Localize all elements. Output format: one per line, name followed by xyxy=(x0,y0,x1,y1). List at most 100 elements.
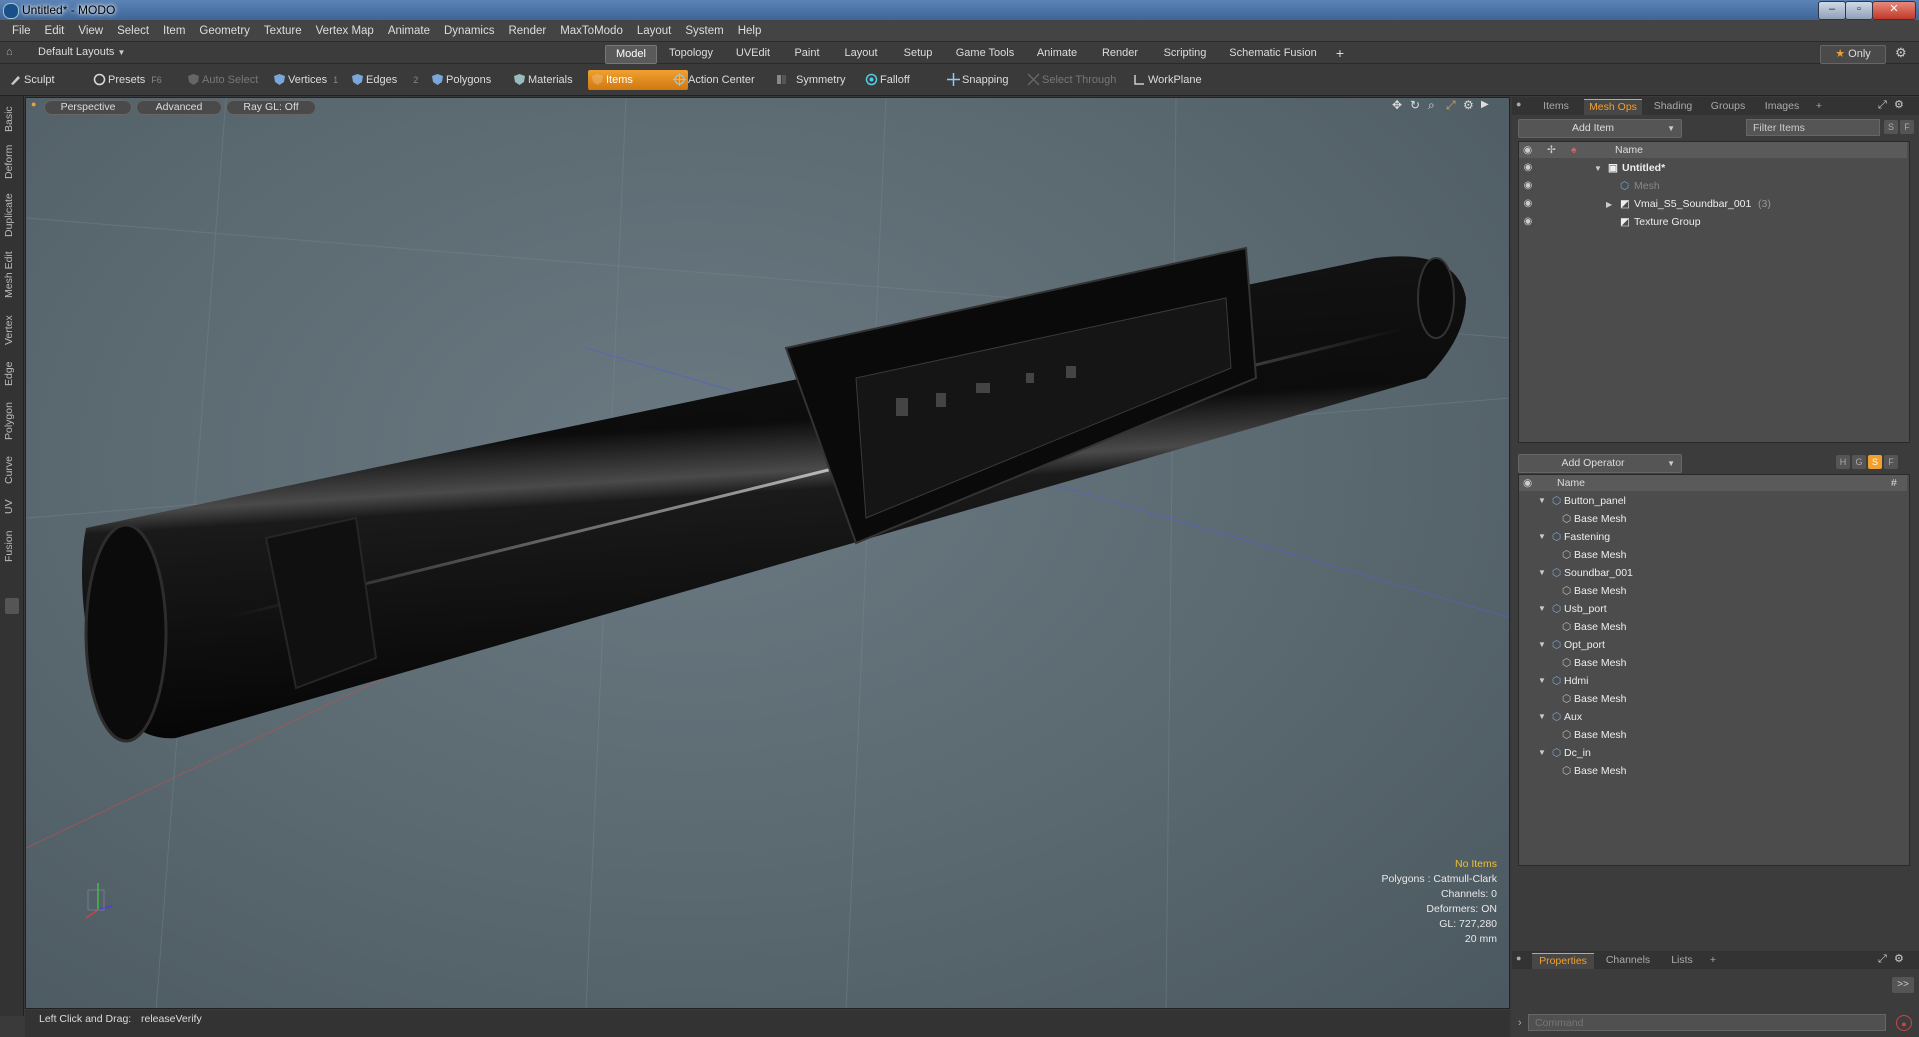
vtab-fusion[interactable]: Fusion xyxy=(3,526,21,566)
tab-images[interactable]: Images xyxy=(1756,99,1808,114)
menu-maxtomodo[interactable]: MaxToModo xyxy=(553,20,630,42)
expand-triangle-icon[interactable]: ▼ xyxy=(1538,600,1546,618)
filter-s-button[interactable]: S xyxy=(1884,120,1898,134)
presets-button[interactable]: Presets F6 xyxy=(90,70,170,90)
expand-triangle-icon[interactable]: ▼ xyxy=(1538,672,1546,690)
vtab-uv[interactable]: UV xyxy=(3,496,21,518)
op-child-row[interactable]: ⬡ Base Mesh xyxy=(1518,618,1908,636)
add-panel-tab[interactable]: + xyxy=(1812,99,1826,114)
menu-vertex-map[interactable]: Vertex Map xyxy=(309,20,381,42)
expand-triangle-icon[interactable]: ▼ xyxy=(1538,492,1546,510)
tab-animate[interactable]: Animate xyxy=(1028,45,1086,62)
tab-scripting[interactable]: Scripting xyxy=(1154,45,1216,62)
menu-system[interactable]: System xyxy=(678,20,730,42)
minimize-button[interactable]: – xyxy=(1818,1,1846,20)
op-row[interactable]: ▼ ⬡ Button_panel xyxy=(1518,492,1908,510)
vtab-curve[interactable]: Curve xyxy=(3,452,21,488)
eye-icon[interactable]: ◉ xyxy=(1522,216,1534,228)
action-center-button[interactable]: Action Center xyxy=(670,70,763,90)
only-button[interactable]: ★ Only xyxy=(1820,45,1886,64)
vtab-polygon[interactable]: Polygon xyxy=(3,398,21,444)
menu-render[interactable]: Render xyxy=(501,20,553,42)
panel-gear-icon[interactable]: ⚙ xyxy=(1894,952,1904,965)
maximize-button[interactable]: ▫ xyxy=(1845,1,1873,20)
menu-layout[interactable]: Layout xyxy=(630,20,679,42)
menu-file[interactable]: File xyxy=(0,20,38,42)
tab-paint[interactable]: Paint xyxy=(786,45,828,62)
op-child-row[interactable]: ⬡ Base Mesh xyxy=(1518,654,1908,672)
command-input[interactable] xyxy=(1528,1014,1886,1031)
eye-icon[interactable]: ◉ xyxy=(1522,198,1534,210)
tab-mesh-ops[interactable]: Mesh Ops xyxy=(1584,99,1642,115)
add-tab-button[interactable]: + xyxy=(1330,45,1350,62)
symmetry-button[interactable]: Symmetry xyxy=(772,70,854,90)
tab-options-button[interactable] xyxy=(5,598,19,614)
op-row[interactable]: ▼ ⬡ Dc_in xyxy=(1518,744,1908,762)
vtab-duplicate[interactable]: Duplicate xyxy=(3,190,21,240)
op-child-row[interactable]: ⬡ Base Mesh xyxy=(1518,546,1908,564)
polygons-button[interactable]: Polygons xyxy=(428,70,499,90)
menu-select[interactable]: Select xyxy=(110,20,156,42)
vtab-mesh-edit[interactable]: Mesh Edit xyxy=(3,248,21,302)
tab-channels[interactable]: Channels xyxy=(1600,953,1656,968)
add-operator-button[interactable]: Add Operator ▼ xyxy=(1518,454,1682,473)
workplane-button[interactable]: WorkPlane xyxy=(1130,70,1210,90)
op-row[interactable]: ▼ ⬡ Fastening xyxy=(1518,528,1908,546)
filter-f-button[interactable]: F xyxy=(1900,120,1914,134)
falloff-button[interactable]: Falloff xyxy=(862,70,918,90)
op-child-row[interactable]: ⬡ Base Mesh xyxy=(1518,762,1908,780)
soundbar-model[interactable] xyxy=(82,246,1466,743)
vertices-button[interactable]: Vertices 1 xyxy=(270,70,346,90)
add-item-button[interactable]: Add Item ▼ xyxy=(1518,119,1682,138)
close-button[interactable]: ✕ xyxy=(1872,1,1916,20)
op-child-row[interactable]: ⬡ Base Mesh xyxy=(1518,726,1908,744)
expand-triangle-icon[interactable]: ▼ xyxy=(1538,564,1546,582)
eye-icon[interactable]: ◉ xyxy=(1522,180,1534,192)
menu-item[interactable]: Item xyxy=(156,20,192,42)
filter-items-input[interactable]: Filter Items xyxy=(1746,119,1880,136)
op-child-row[interactable]: ⬡ Base Mesh xyxy=(1518,510,1908,528)
materials-button[interactable]: Materials xyxy=(510,70,581,90)
vtab-edge[interactable]: Edge xyxy=(3,358,21,390)
record-icon[interactable]: ● xyxy=(1896,1015,1912,1031)
menu-dynamics[interactable]: Dynamics xyxy=(437,20,501,42)
tab-topology[interactable]: Topology xyxy=(662,45,720,62)
expand-triangle-icon[interactable]: ▼ xyxy=(1538,744,1546,762)
gear-icon[interactable]: ⚙ xyxy=(1895,45,1907,61)
eye-icon[interactable]: ◉ xyxy=(1522,162,1534,174)
op-row[interactable]: ▼ ⬡ Hdmi xyxy=(1518,672,1908,690)
menu-animate[interactable]: Animate xyxy=(381,20,437,42)
tree-row-soundbar[interactable]: ◉ ▶ ◩ Vmai_S5_Soundbar_001 (3) xyxy=(1512,195,1919,213)
vtab-vertex[interactable]: Vertex xyxy=(3,310,21,350)
add-panel-tab[interactable]: + xyxy=(1706,953,1720,968)
tree-row-untitled[interactable]: ◉ ▼ ▣ Untitled* xyxy=(1512,159,1919,177)
tab-groups[interactable]: Groups xyxy=(1702,99,1754,114)
tab-lists[interactable]: Lists xyxy=(1662,953,1702,968)
menu-view[interactable]: View xyxy=(71,20,110,42)
menu-texture[interactable]: Texture xyxy=(257,20,309,42)
expand-triangle-icon[interactable]: ▼ xyxy=(1538,636,1546,654)
tab-shading[interactable]: Shading xyxy=(1646,99,1700,114)
menu-help[interactable]: Help xyxy=(731,20,769,42)
expand-triangle-icon[interactable]: ▶ xyxy=(1606,195,1612,214)
op-child-row[interactable]: ⬡ Base Mesh xyxy=(1518,690,1908,708)
expand-triangle-icon[interactable]: ▼ xyxy=(1538,528,1546,546)
ops-h-button[interactable]: H xyxy=(1836,455,1850,469)
3d-viewport[interactable]: ● Perspective Advanced Ray GL: Off ✥ ↻ ⌕… xyxy=(25,97,1510,1009)
tab-game-tools[interactable]: Game Tools xyxy=(949,45,1021,62)
menu-edit[interactable]: Edit xyxy=(38,20,72,42)
ops-g-button[interactable]: G xyxy=(1852,455,1866,469)
edges-button[interactable]: Edges 2 xyxy=(348,70,426,90)
ops-s-button[interactable]: S xyxy=(1868,455,1882,469)
auto-select-button[interactable]: Auto Select xyxy=(184,70,266,90)
expand-triangle-icon[interactable]: ▼ xyxy=(1538,708,1546,726)
op-row[interactable]: ▼ ⬡ Aux xyxy=(1518,708,1908,726)
tab-model[interactable]: Model xyxy=(605,45,657,64)
tab-properties[interactable]: Properties xyxy=(1532,953,1594,969)
tab-items[interactable]: Items xyxy=(1532,99,1580,114)
op-row[interactable]: ▼ ⬡ Usb_port xyxy=(1518,600,1908,618)
op-child-row[interactable]: ⬡ Base Mesh xyxy=(1518,582,1908,600)
expand-icon[interactable]: ⤢ xyxy=(1878,99,1887,112)
tab-schematic-fusion[interactable]: Schematic Fusion xyxy=(1223,45,1323,62)
vtab-deform[interactable]: Deform xyxy=(3,142,21,182)
